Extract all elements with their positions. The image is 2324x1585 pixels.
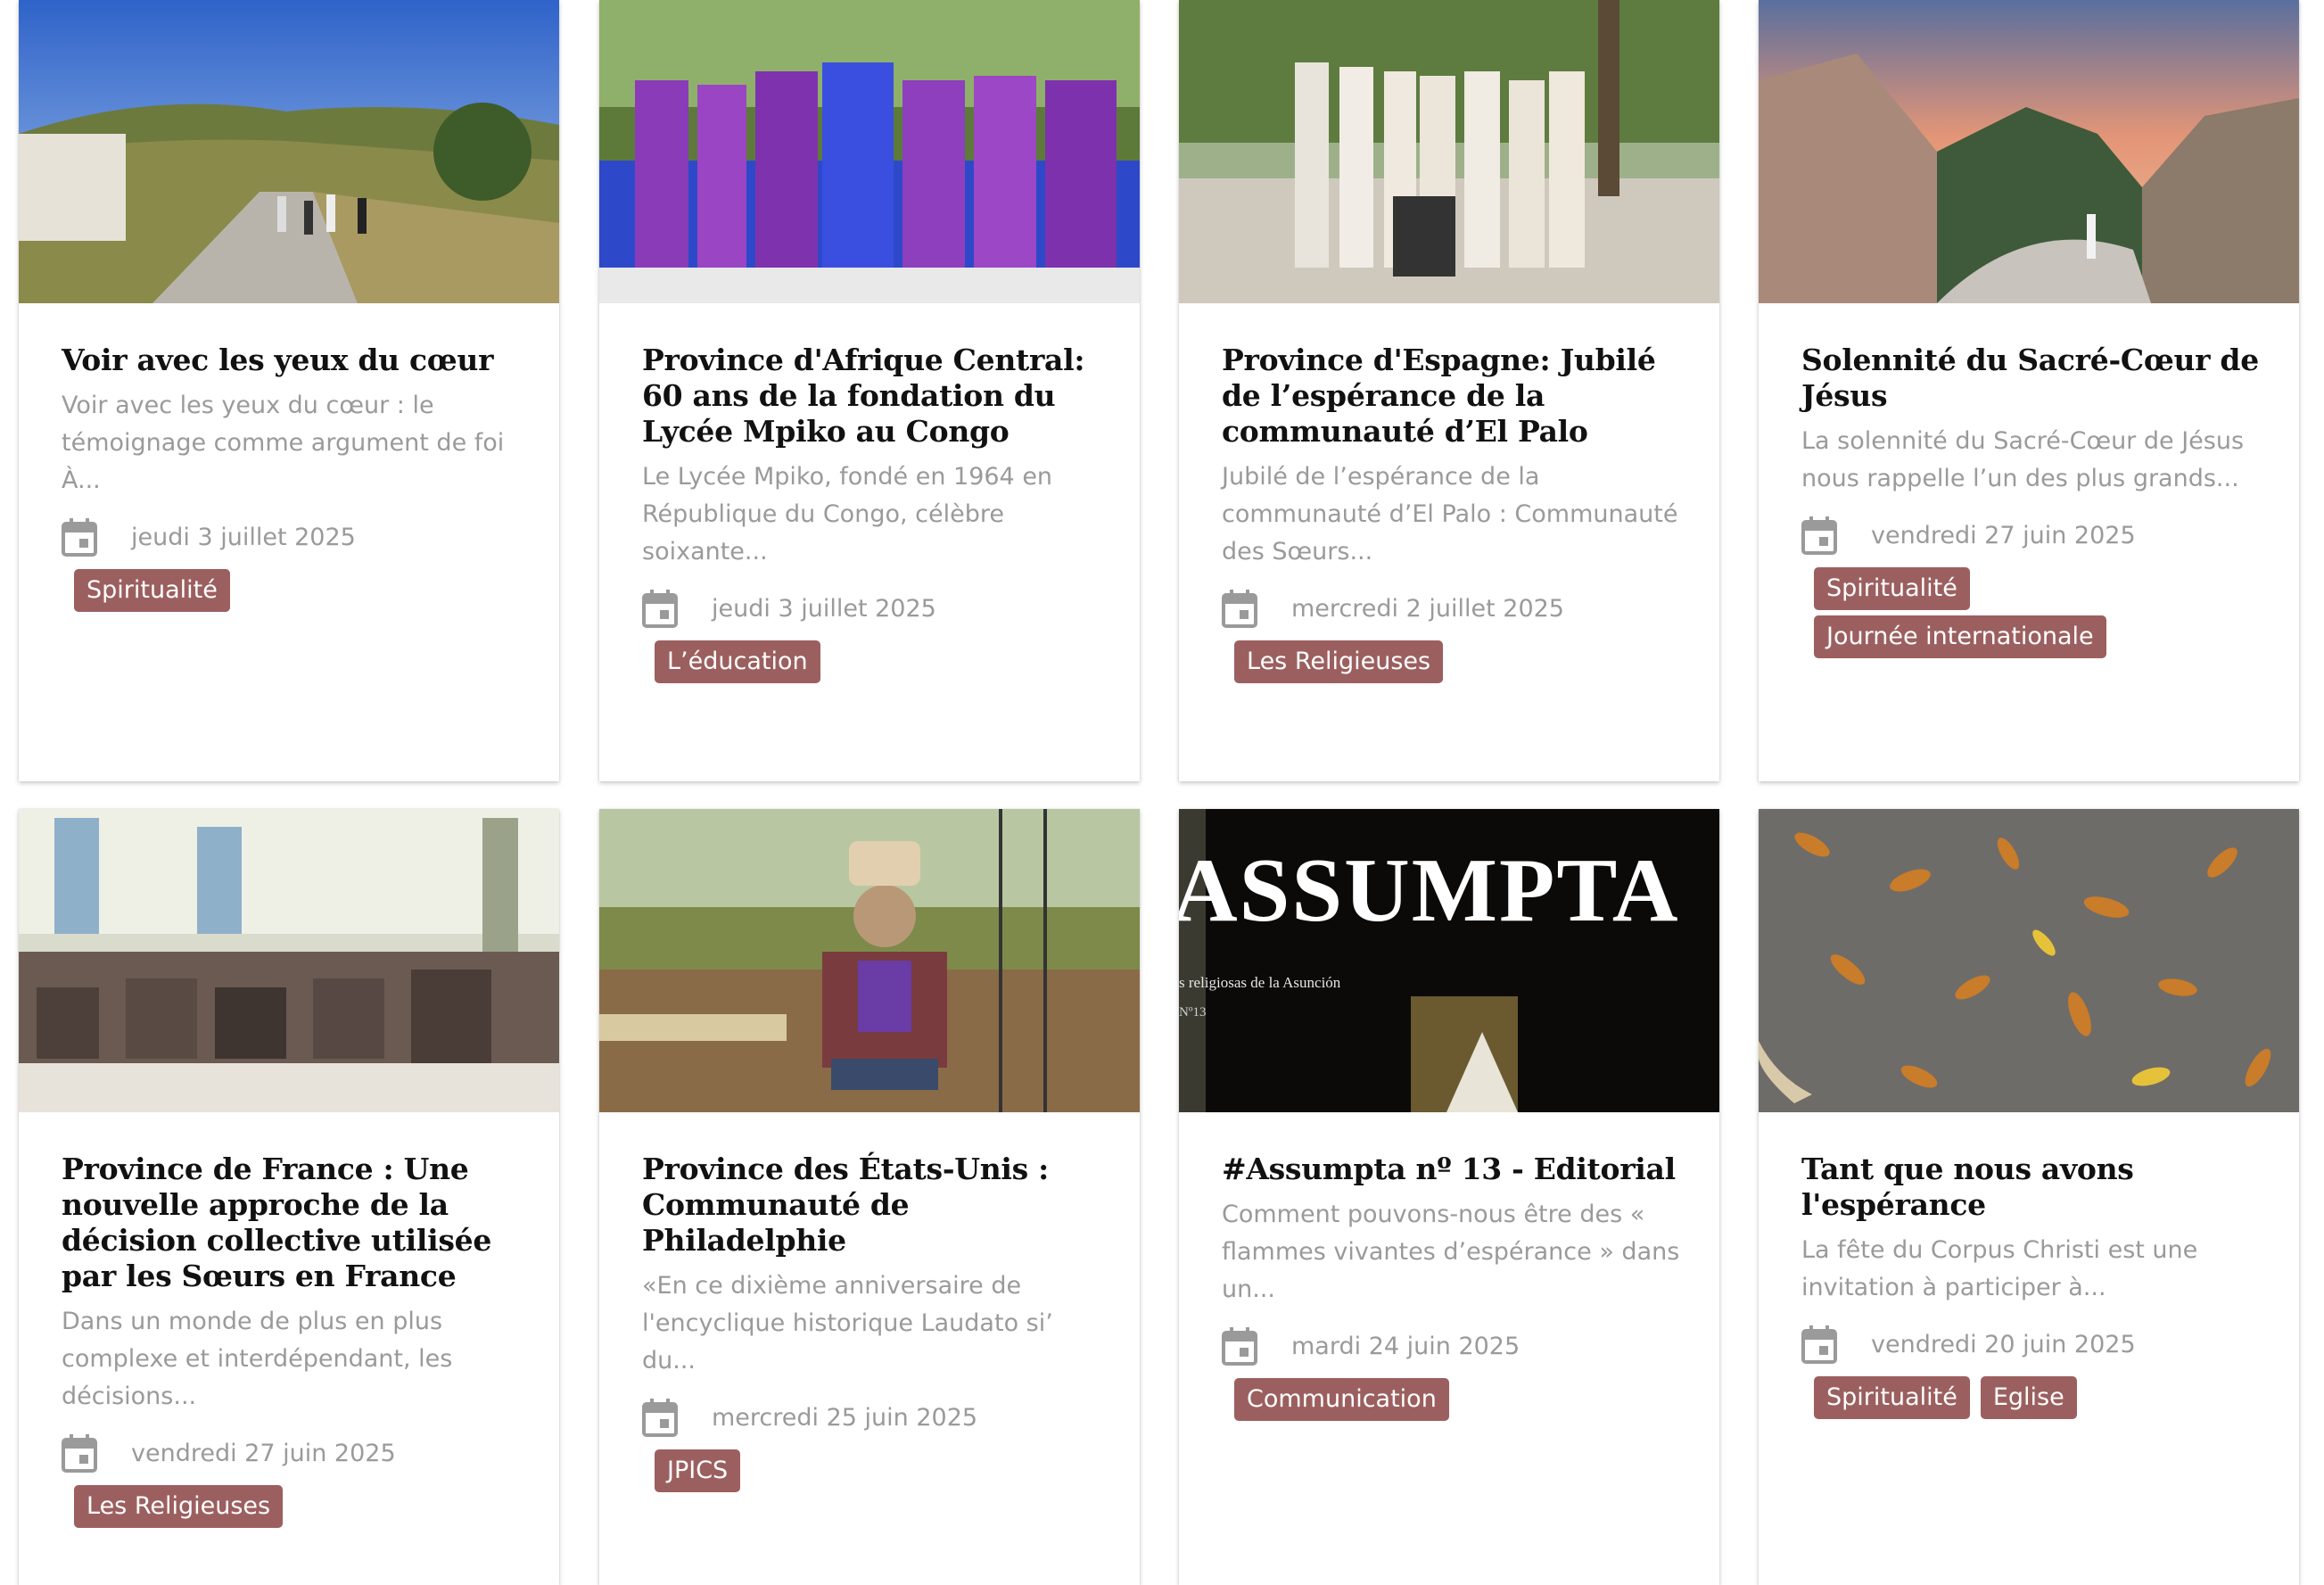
tag-list: Les Religieuses: [1234, 640, 1537, 683]
article-date-row: jeudi 3 juillet 2025: [642, 589, 1104, 628]
mountain-sunset-photo[interactable]: [1759, 0, 2299, 303]
article-card[interactable]: Solennité du Sacré-Cœur de Jésus La sole…: [1759, 0, 2299, 781]
article-title[interactable]: Voir avec les yeux du cœur: [62, 343, 523, 378]
calendar-icon: [1801, 516, 1837, 555]
cover-issue: Nº13: [1179, 1005, 1206, 1020]
article-card[interactable]: Voir avec les yeux du cœur Voir avec les…: [19, 0, 559, 781]
article-date: jeudi 3 juillet 2025: [131, 523, 356, 551]
article-date: mercredi 25 juin 2025: [712, 1403, 978, 1432]
article-excerpt: Jubilé de l’espérance de la communauté d…: [1222, 463, 1678, 565]
category-tag[interactable]: Spiritualité: [1814, 1376, 1970, 1419]
sisters-group-photo[interactable]: [1179, 0, 1719, 303]
tag-list: Spiritualité Eglise: [1814, 1376, 2117, 1419]
article-date-row: vendredi 27 juin 2025: [62, 1433, 523, 1473]
article-excerpt: Voir avec les yeux du cœur : le témoigna…: [62, 392, 505, 494]
assumpta-cover[interactable]: ASSUMPTA s religiosas de la Asunción Nº1…: [1179, 809, 1719, 1112]
article-title[interactable]: Province d'Espagne: Jubilé de l’espéranc…: [1222, 343, 1684, 450]
calendar-icon: [642, 1399, 678, 1437]
article-date-row: vendredi 20 juin 2025: [1801, 1325, 2263, 1364]
article-card[interactable]: Province d'Afrique Central: 60 ans de la…: [599, 0, 1140, 781]
calendar-icon: [1222, 1327, 1257, 1366]
article-card[interactable]: Tant que nous avons l'espérance La fête …: [1759, 809, 2299, 1585]
article-title[interactable]: Province des États-Unis : Communauté de …: [642, 1152, 1104, 1259]
category-tag[interactable]: Spiritualité: [74, 569, 230, 612]
article-date: mercredi 2 juillet 2025: [1291, 594, 1564, 623]
article-date-row: mercredi 25 juin 2025: [642, 1398, 1104, 1437]
article-date: vendredi 27 juin 2025: [131, 1439, 396, 1467]
article-card[interactable]: Province d'Espagne: Jubilé de l’espéranc…: [1179, 0, 1719, 781]
tag-list: Les Religieuses: [74, 1485, 377, 1528]
category-tag[interactable]: Les Religieuses: [74, 1485, 284, 1528]
article-date-row: mardi 24 juin 2025: [1222, 1326, 1684, 1366]
cover-subtitle: s religiosas de la Asunción: [1179, 974, 1341, 991]
article-date-row: jeudi 3 juillet 2025: [62, 517, 523, 557]
meeting-room-photo[interactable]: [19, 809, 559, 1112]
article-card[interactable]: Province des États-Unis : Communauté de …: [599, 809, 1140, 1585]
garden-photo[interactable]: [599, 809, 1140, 1112]
article-date: jeudi 3 juillet 2025: [712, 594, 936, 623]
article-card[interactable]: ASSUMPTA s religiosas de la Asunción Nº1…: [1179, 809, 1719, 1585]
category-tag[interactable]: Communication: [1234, 1378, 1449, 1421]
article-date: vendredi 27 juin 2025: [1871, 521, 2136, 549]
autumn-leaves-photo[interactable]: [1759, 809, 2299, 1112]
article-date-row: vendredi 27 juin 2025: [1801, 516, 2263, 555]
article-title[interactable]: Province d'Afrique Central: 60 ans de la…: [642, 343, 1104, 450]
calendar-icon: [1222, 590, 1257, 628]
calendar-icon: [642, 590, 678, 628]
category-tag[interactable]: L’éducation: [655, 640, 820, 683]
category-tag[interactable]: Journée internationale: [1814, 615, 2106, 658]
calendar-icon: [62, 1434, 97, 1473]
congo-celebration-photo[interactable]: [599, 0, 1140, 303]
category-tag[interactable]: JPICS: [655, 1449, 741, 1492]
cover-title: ASSUMPTA: [1179, 840, 1679, 941]
article-title[interactable]: Solennité du Sacré-Cœur de Jésus: [1801, 343, 2263, 414]
calendar-icon: [62, 518, 97, 557]
article-excerpt: Le Lycée Mpiko, fondé en 1964 en Républi…: [642, 463, 1053, 565]
article-excerpt: Comment pouvons-nous être des « flammes …: [1222, 1201, 1680, 1303]
calendar-icon: [1801, 1325, 1837, 1364]
article-title[interactable]: Province de France : Une nouvelle approc…: [62, 1152, 523, 1294]
tag-list: JPICS: [655, 1449, 958, 1492]
article-excerpt: «En ce dixième anniversaire de l'encycli…: [642, 1272, 1053, 1374]
road-walkers-photo[interactable]: [19, 0, 559, 303]
tag-list: Spiritualité Journée internationale: [1814, 567, 2117, 658]
article-excerpt: Dans un monde de plus en plus complexe e…: [62, 1308, 453, 1410]
article-date: vendredi 20 juin 2025: [1871, 1330, 2136, 1358]
tag-list: L’éducation: [655, 640, 958, 683]
article-date: mardi 24 juin 2025: [1291, 1332, 1520, 1360]
article-excerpt: La fête du Corpus Christi est une invita…: [1801, 1236, 2198, 1301]
article-excerpt: La solennité du Sacré-Cœur de Jésus nous…: [1801, 427, 2245, 492]
tag-list: Spiritualité: [74, 569, 377, 612]
article-title[interactable]: Tant que nous avons l'espérance: [1801, 1152, 2263, 1223]
article-card[interactable]: Province de France : Une nouvelle approc…: [19, 809, 559, 1585]
category-tag[interactable]: Spiritualité: [1814, 567, 1970, 610]
article-title[interactable]: #Assumpta nº 13 - Editorial: [1222, 1152, 1684, 1187]
category-tag[interactable]: Les Religieuses: [1234, 640, 1444, 683]
category-tag[interactable]: Eglise: [1980, 1376, 2077, 1419]
article-date-row: mercredi 2 juillet 2025: [1222, 589, 1684, 628]
tag-list: Communication: [1234, 1378, 1537, 1421]
